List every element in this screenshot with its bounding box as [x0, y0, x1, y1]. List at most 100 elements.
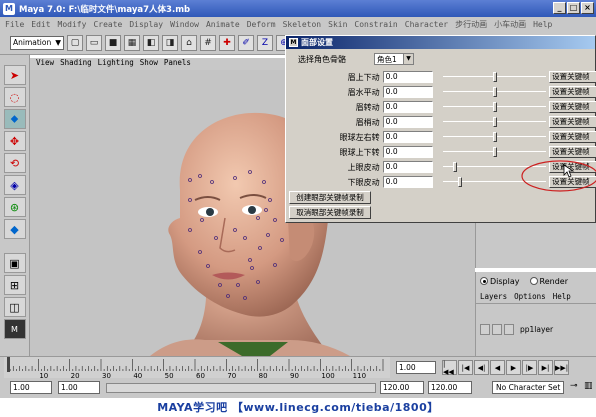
- range-slider[interactable]: [106, 383, 376, 393]
- slider-thumb[interactable]: [492, 147, 497, 157]
- menu-modify[interactable]: Modify: [58, 20, 87, 29]
- set-keyframe-button[interactable]: 设置关键帧: [549, 116, 596, 128]
- layer-menu-layers[interactable]: Layers: [480, 292, 507, 301]
- select-component-icon[interactable]: ◨: [162, 34, 178, 51]
- paint-select-tool-icon[interactable]: ⬥: [3, 109, 26, 129]
- control-slider[interactable]: [442, 116, 547, 128]
- control-value-field[interactable]: 0.0: [382, 101, 433, 113]
- display-radio[interactable]: Display: [480, 276, 520, 286]
- control-slider[interactable]: [442, 131, 547, 143]
- control-value-field[interactable]: 0.0: [382, 86, 433, 98]
- set-keyframe-button[interactable]: 设置关键帧: [549, 71, 596, 83]
- menu-constrain[interactable]: Constrain: [354, 20, 397, 29]
- menu-car-anim[interactable]: 小车动画: [494, 19, 526, 30]
- control-value-field[interactable]: 0.0: [382, 176, 433, 188]
- slider-thumb[interactable]: [492, 117, 497, 127]
- scale-tool-icon[interactable]: ◈: [3, 175, 26, 195]
- panel-menu-show[interactable]: Show: [140, 58, 158, 70]
- panel-menu-view[interactable]: View: [36, 58, 54, 70]
- role-dropdown[interactable]: 角色1 ▼: [374, 53, 414, 65]
- select-object-icon[interactable]: ◧: [143, 34, 159, 51]
- layer-menu-help[interactable]: Help: [553, 292, 571, 301]
- step-forward-button[interactable]: ▶|: [538, 360, 553, 375]
- control-value-field[interactable]: 0.0: [382, 131, 433, 143]
- menu-window[interactable]: Window: [170, 20, 199, 29]
- open-scene-icon[interactable]: ▭: [86, 34, 102, 51]
- go-to-start-button[interactable]: |◀◀: [442, 360, 457, 376]
- menu-animate[interactable]: Animate: [206, 20, 240, 29]
- layer-menu-options[interactable]: Options: [514, 292, 546, 301]
- control-value-field[interactable]: 0.0: [382, 71, 433, 83]
- animation-start-field[interactable]: 1.00: [10, 381, 52, 394]
- maximize-button[interactable]: □: [567, 2, 580, 14]
- set-keyframe-button[interactable]: 设置关键帧: [549, 131, 596, 143]
- playback-start-field[interactable]: 1.00: [58, 381, 100, 394]
- layer-visibility-toggle[interactable]: [480, 323, 490, 335]
- panel-menu-shading[interactable]: Shading: [60, 58, 92, 70]
- animation-end-field[interactable]: 120.00: [428, 381, 472, 394]
- cancel-eye-key-record-button[interactable]: 取消眼部关键帧录制: [289, 206, 371, 219]
- create-eye-key-record-button[interactable]: 创建眼部关键帧录制: [289, 191, 371, 204]
- play-forward-button[interactable]: ▶: [506, 360, 521, 375]
- rotate-tool-icon[interactable]: ⟲: [3, 153, 26, 173]
- menu-walk-anim[interactable]: 步行动画: [455, 19, 487, 30]
- select-tool-icon[interactable]: ➤: [3, 65, 26, 85]
- slider-thumb[interactable]: [492, 102, 497, 112]
- panel-menu-lighting[interactable]: Lighting: [98, 58, 134, 70]
- control-slider[interactable]: [442, 71, 547, 83]
- snap-point-icon[interactable]: ✐: [238, 34, 254, 51]
- set-keyframe-button[interactable]: 设置关键帧: [549, 146, 596, 158]
- control-value-field[interactable]: 0.0: [382, 116, 433, 128]
- current-frame-field[interactable]: 1.00: [396, 361, 436, 374]
- set-keyframe-button[interactable]: 设置关键帧: [549, 101, 596, 113]
- layer-type-toggle[interactable]: [492, 323, 502, 335]
- manipulator-tool-icon[interactable]: ⊛: [3, 197, 26, 217]
- step-back-key-button[interactable]: ◀|: [474, 360, 489, 375]
- time-slider[interactable]: 10 20 30 40 50 60 70 80 90 100 110 1.00 |◀◀ |◀ ◀| …: [0, 356, 596, 379]
- menu-deform[interactable]: Deform: [247, 20, 276, 29]
- character-set-dropdown[interactable]: No Character Set: [492, 381, 564, 394]
- snap-view-icon[interactable]: Z: [257, 34, 273, 51]
- last-tool-icon[interactable]: ◆: [3, 219, 26, 239]
- menu-edit[interactable]: Edit: [31, 20, 50, 29]
- menu-skeleton[interactable]: Skeleton: [283, 20, 322, 29]
- control-value-field[interactable]: 0.0: [382, 146, 433, 158]
- current-time-marker[interactable]: [7, 357, 10, 372]
- layer-row[interactable]: pp1layer: [480, 322, 593, 336]
- select-hierarchy-icon[interactable]: ▦: [124, 34, 140, 51]
- step-forward-key-button[interactable]: |▶: [522, 360, 537, 375]
- render-radio[interactable]: Render: [529, 276, 568, 286]
- menu-display[interactable]: Display: [129, 20, 163, 29]
- go-to-end-button[interactable]: ▶▶|: [554, 360, 569, 375]
- step-back-button[interactable]: |◀: [458, 360, 473, 375]
- menu-help[interactable]: Help: [533, 20, 552, 29]
- slider-thumb[interactable]: [492, 132, 497, 142]
- lasso-tool-icon[interactable]: ◌: [3, 87, 26, 107]
- layout-persp-icon[interactable]: ◫: [3, 297, 26, 317]
- slider-thumb[interactable]: [452, 162, 457, 172]
- menu-file[interactable]: File: [5, 20, 24, 29]
- menu-create[interactable]: Create: [93, 20, 122, 29]
- menu-set-dropdown[interactable]: Animation ▼: [10, 35, 64, 50]
- key-icon[interactable]: ⊸: [570, 381, 578, 391]
- layout-single-icon[interactable]: ▣: [3, 253, 26, 273]
- slider-thumb[interactable]: [457, 177, 462, 187]
- minimize-button[interactable]: _: [553, 2, 566, 14]
- playback-end-field[interactable]: 120.00: [380, 381, 424, 394]
- slider-thumb[interactable]: [492, 72, 497, 82]
- new-scene-icon[interactable]: ▢: [67, 34, 83, 51]
- prefs-icon[interactable]: ▥: [584, 381, 593, 391]
- set-keyframe-button[interactable]: 设置关键帧: [549, 86, 596, 98]
- control-slider[interactable]: [442, 86, 547, 98]
- slider-thumb[interactable]: [492, 87, 497, 97]
- panel-menu-panels[interactable]: Panels: [164, 58, 191, 70]
- control-slider[interactable]: [442, 146, 547, 158]
- menu-skin[interactable]: Skin: [328, 20, 347, 29]
- save-scene-icon[interactable]: ■: [105, 34, 121, 51]
- control-slider[interactable]: [442, 101, 547, 113]
- play-backward-button[interactable]: ◀: [490, 360, 505, 375]
- menu-character[interactable]: Character: [405, 20, 448, 29]
- lock-icon[interactable]: ⌂: [181, 34, 197, 51]
- control-value-field[interactable]: 0.0: [382, 161, 433, 173]
- layer-color-swatch[interactable]: [504, 323, 514, 335]
